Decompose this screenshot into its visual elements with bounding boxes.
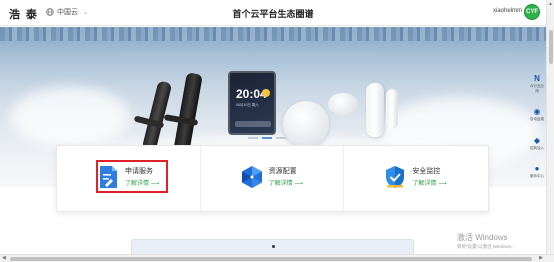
floating-sidebar: N AI行业应用 ◉ 自动运维 ◆ 招商加入 ● 服务中心 <box>528 74 546 193</box>
windows-activation-watermark: 激活 Windows 转到“设置”以激活 Windows。 <box>457 232 516 250</box>
user-service-icon: ● <box>534 164 540 173</box>
cloud-decoration <box>10 87 130 147</box>
panel-control-bar <box>235 121 271 127</box>
sidebar-item-label: 自动运维 <box>530 117 544 121</box>
smart-panel-image: 20:04 06月10日 周六 <box>228 71 276 135</box>
user-avatar[interactable]: CYF <box>524 4 540 20</box>
carousel-indicator <box>248 137 286 139</box>
cube-hexagon-icon <box>241 166 262 188</box>
page-title: 首个云平台生态圈谱 <box>232 9 314 19</box>
sidebar-item-label: 招商加入 <box>530 145 544 150</box>
sun-icon <box>262 89 270 97</box>
sidebar-item-ai[interactable]: N AI行业应用 <box>530 74 544 93</box>
sidebar-item-join[interactable]: ◆ 招商加入 <box>530 136 544 151</box>
smoke-sensor-image <box>283 101 329 147</box>
horizontal-scroll-thumb[interactable] <box>10 257 532 261</box>
learn-more-link[interactable]: 了解详情 ⟶ <box>269 178 303 187</box>
scroll-right-arrow-icon[interactable]: ▶ <box>539 255 543 261</box>
watermark-title: 激活 Windows <box>457 233 508 242</box>
robot-icon: ◉ <box>533 107 541 116</box>
username-label[interactable]: xiaohelmm <box>493 8 522 14</box>
carousel-dot[interactable] <box>248 137 258 139</box>
service-card-security[interactable]: 安全监控 了解详情 ⟶ <box>344 146 488 211</box>
motion-sensor-image <box>328 93 358 115</box>
watermark-subtitle: 转到“设置”以激活 Windows。 <box>457 244 516 249</box>
top-navigation-bar: 浩 泰 中国云 ⌄ 首个云平台生态圈谱 xiaohelmm CYF <box>0 0 546 26</box>
carousel-dot-active[interactable] <box>262 137 272 139</box>
service-card-resource[interactable]: 资源配置 了解详情 ⟶ <box>201 146 345 211</box>
lower-banner-dot <box>272 245 275 248</box>
vertical-scrollbar[interactable]: ▲ <box>546 0 554 254</box>
panel-date: 06月10日 周六 <box>236 103 259 107</box>
scroll-up-arrow-icon[interactable]: ▲ <box>548 1 553 7</box>
selection-highlight-box <box>96 160 168 193</box>
handshake-icon: ◆ <box>533 135 541 145</box>
shield-check-icon <box>386 166 405 188</box>
sidebar-item-ops[interactable]: ◉ 自动运维 <box>530 107 544 122</box>
city-skyline-image <box>0 27 546 41</box>
sidebar-item-label: 服务中心 <box>530 174 544 178</box>
carousel-dot[interactable] <box>276 137 286 139</box>
vertical-scroll-thumb[interactable] <box>549 30 553 64</box>
door-sensor-image <box>386 89 398 129</box>
horizontal-scrollbar[interactable]: ◀ ▶ <box>0 254 554 262</box>
service-name: 资源配置 <box>268 168 297 175</box>
ai-app-icon: N <box>534 74 540 83</box>
sidebar-item-service[interactable]: ● 服务中心 <box>530 164 544 179</box>
sidebar-item-label: AI行业应用 <box>530 84 544 93</box>
service-name: 安全监控 <box>412 168 441 175</box>
learn-more-link[interactable]: 了解详情 ⟶ <box>412 178 446 187</box>
door-sensor-image <box>366 83 384 137</box>
scroll-left-arrow-icon[interactable]: ◀ <box>2 255 6 261</box>
